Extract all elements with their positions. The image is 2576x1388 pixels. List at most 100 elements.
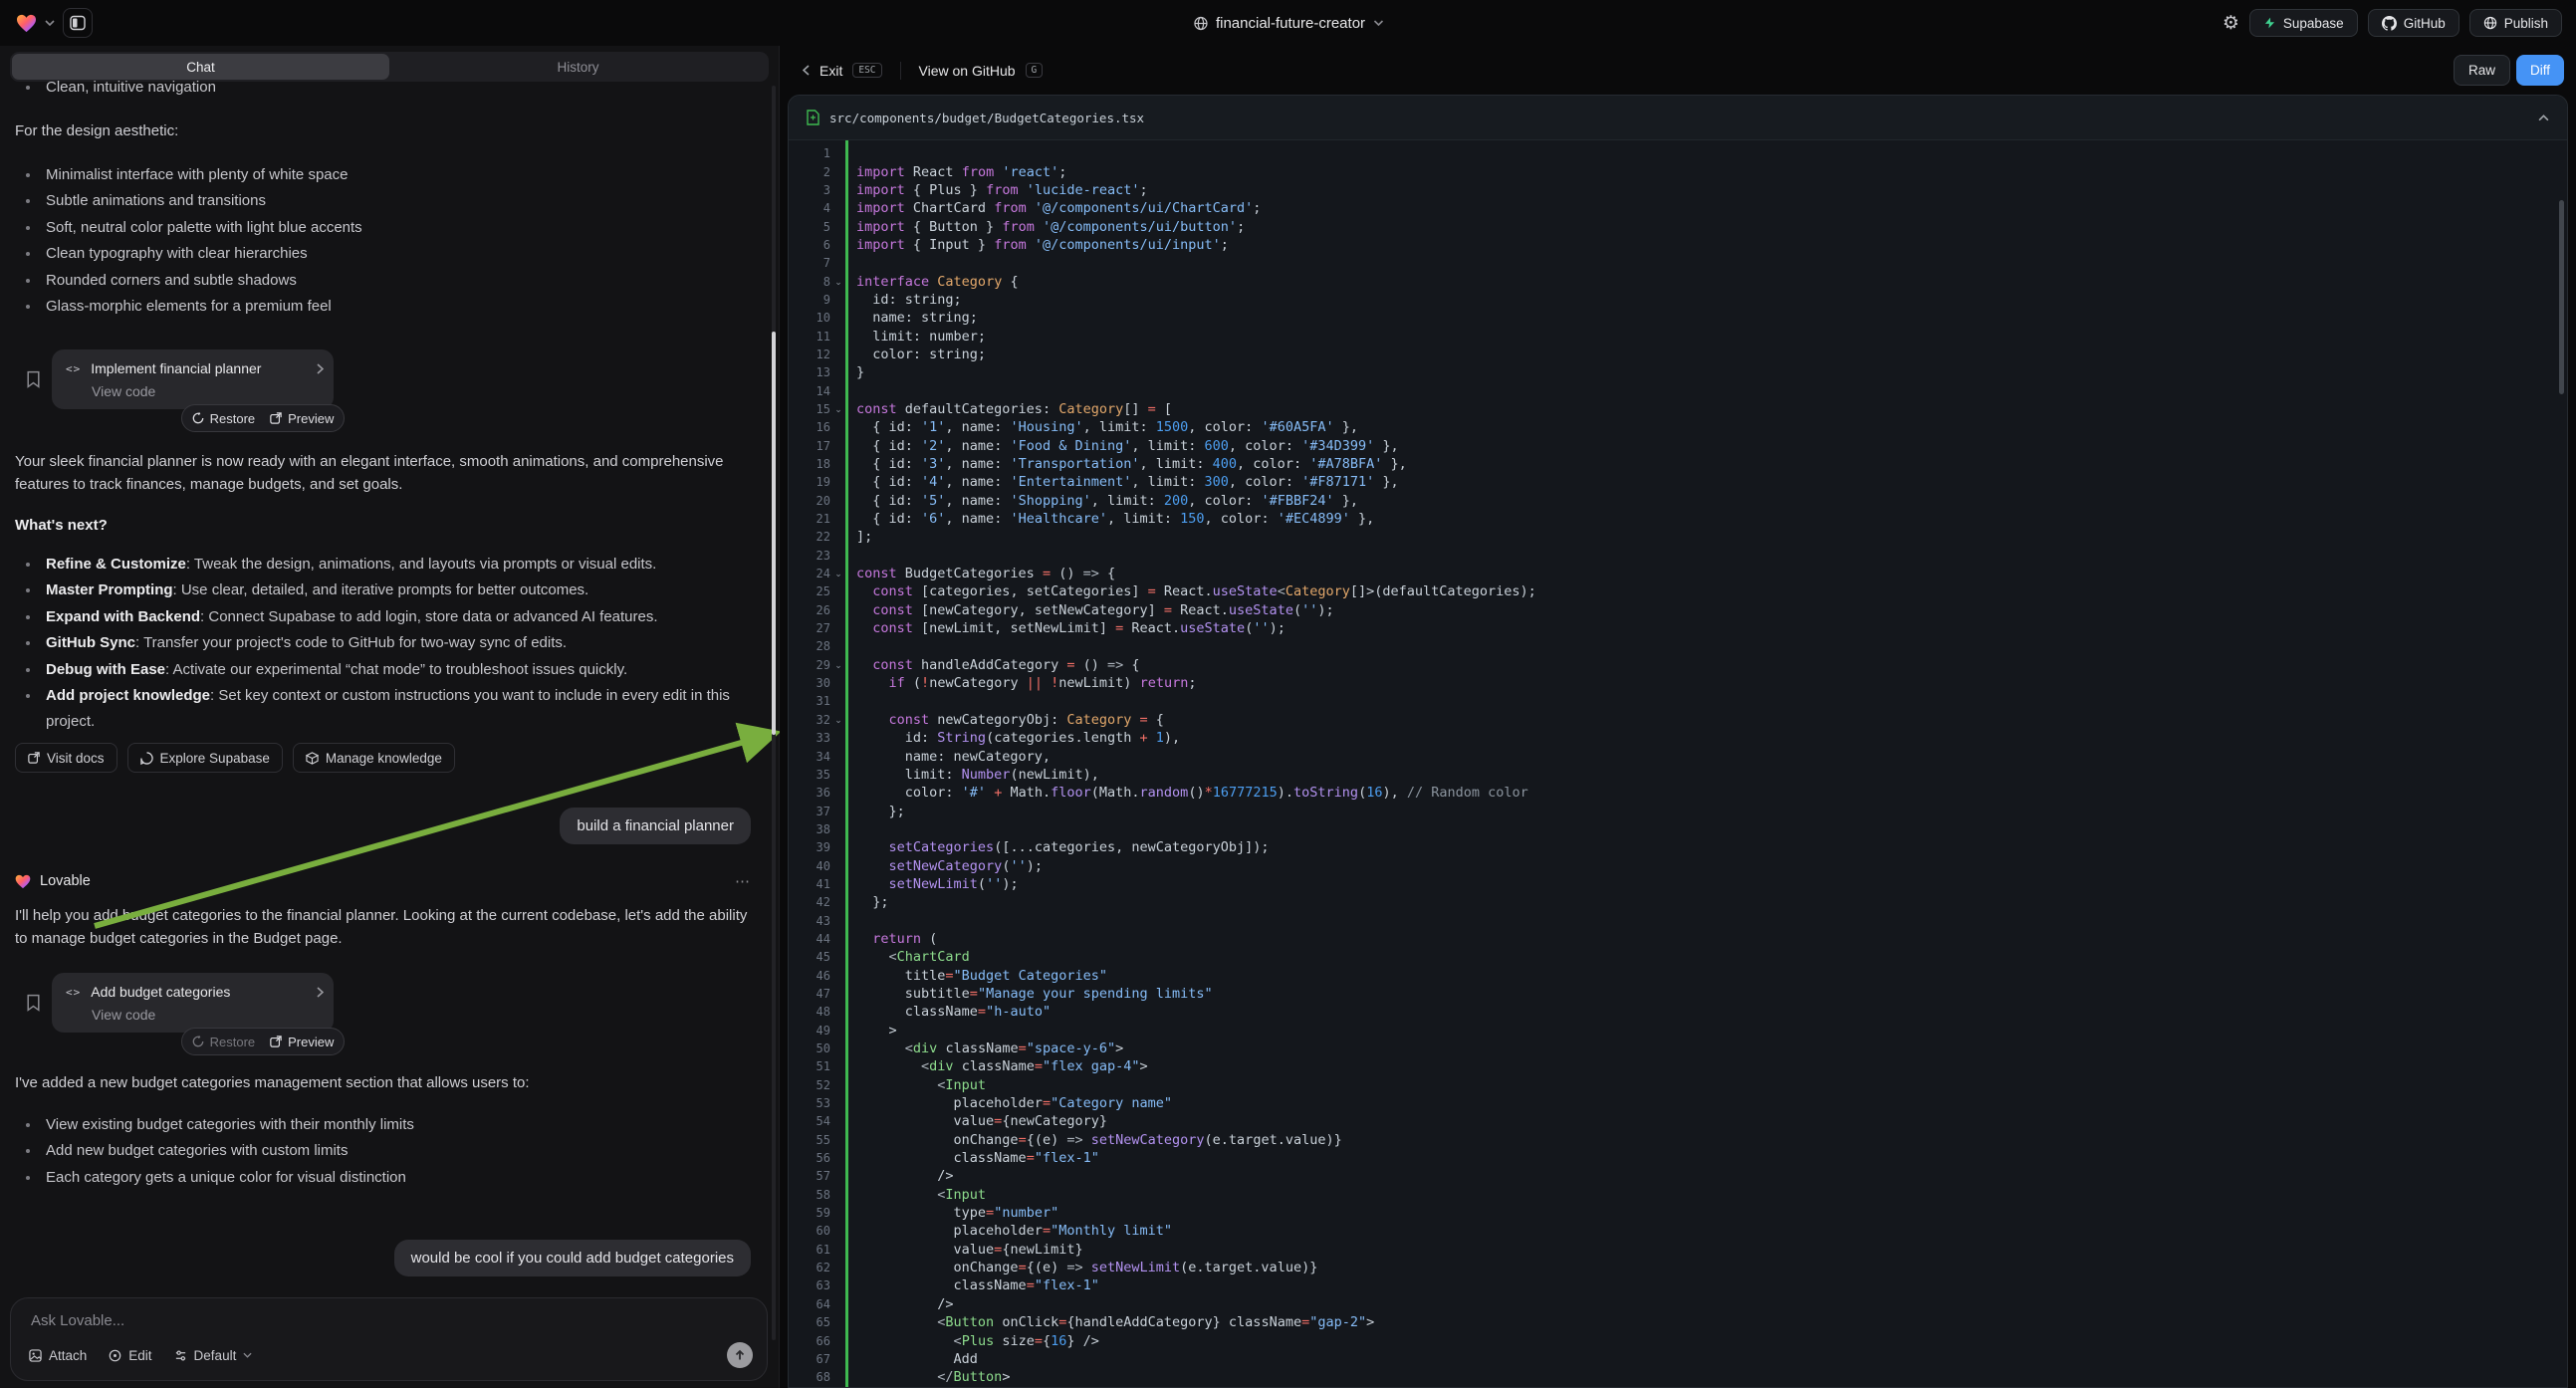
line-number: 35 — [789, 768, 830, 782]
chat-message-list[interactable]: Clean, intuitive navigation For the desi… — [0, 46, 780, 1388]
code-line: 66 <Plus size={16} /> — [789, 1331, 2567, 1349]
view-code-link[interactable]: View code — [92, 1007, 155, 1023]
fold-chevron-icon[interactable]: ⌄ — [832, 715, 844, 725]
whats-next-item: Refine & Customize: Tweak the design, an… — [15, 552, 764, 578]
publish-globe-icon — [2483, 16, 2497, 30]
suggestion-chip-row: Visit docs Explore Supabase Manage knowl… — [15, 743, 455, 773]
sidebar-toggle-button[interactable] — [63, 8, 93, 38]
line-number: 13 — [789, 365, 830, 379]
raw-toggle-button[interactable]: Raw — [2454, 55, 2510, 86]
list-item: Subtle animations and transitions — [15, 188, 762, 214]
line-number: 5 — [789, 220, 830, 234]
exit-button[interactable]: Exit — [820, 63, 842, 79]
code-line: 35 limit: Number(newLimit), — [789, 766, 2567, 784]
line-number: 36 — [789, 786, 830, 800]
code-line: 55 onChange={(e) => setNewCategory(e.tar… — [789, 1131, 2567, 1149]
line-number: 54 — [789, 1114, 830, 1128]
line-number: 51 — [789, 1059, 830, 1073]
github-label: GitHub — [2404, 16, 2446, 31]
explore-supabase-button[interactable]: Explore Supabase — [127, 743, 283, 773]
line-number: 55 — [789, 1133, 830, 1147]
design-bullet-list: Minimalist interface with plenty of whit… — [15, 162, 762, 320]
assistant-paragraph-ready: Your sleek financial planner is now read… — [15, 450, 757, 496]
lovable-logo-icon[interactable] — [16, 14, 37, 33]
fold-chevron-icon[interactable]: ⌄ — [832, 404, 844, 414]
line-number: 44 — [789, 932, 830, 946]
code-line: 59 type="number" — [789, 1204, 2567, 1222]
code-line: 62 onChange={(e) => setNewLimit(e.target… — [789, 1259, 2567, 1276]
code-line: 43 — [789, 911, 2567, 929]
visit-docs-button[interactable]: Visit docs — [15, 743, 117, 773]
esc-keycap: ESC — [852, 63, 881, 79]
version-card-add-budget-categories[interactable]: <> Add budget categories View code — [52, 973, 334, 1033]
code-line: 29⌄ const handleAddCategory = () => { — [789, 656, 2567, 674]
manage-knowledge-button[interactable]: Manage knowledge — [293, 743, 455, 773]
code-line: 5import { Button } from '@/components/ui… — [789, 217, 2567, 235]
list-item: Add new budget categories with custom li… — [15, 1138, 762, 1164]
supabase-button[interactable]: Supabase — [2249, 9, 2358, 37]
whats-next-item: Debug with Ease: Activate our experiment… — [15, 657, 764, 683]
code-line: 51 <div className="flex gap-4"> — [789, 1057, 2567, 1075]
line-number: 32 — [789, 713, 830, 727]
line-number: 7 — [789, 256, 830, 270]
code-line: 13} — [789, 363, 2567, 381]
line-number: 26 — [789, 603, 830, 617]
fold-chevron-icon[interactable]: ⌄ — [832, 660, 844, 670]
bookmark-icon[interactable] — [26, 994, 41, 1012]
line-number: 1 — [789, 146, 830, 160]
project-switcher[interactable]: financial-future-creator — [1193, 0, 1383, 46]
chat-input[interactable] — [31, 1312, 628, 1329]
version-card-title: Implement financial planner — [91, 360, 307, 376]
file-header[interactable]: src/components/budget/BudgetCategories.t… — [789, 96, 2567, 140]
code-line: 45 <ChartCard — [789, 948, 2567, 966]
logo-menu-chevron-icon[interactable] — [45, 20, 55, 26]
code-line: 49 > — [789, 1022, 2567, 1040]
code-line: 58 <Input — [789, 1186, 2567, 1204]
code-line: 1 — [789, 144, 2567, 162]
code-line: 64 /> — [789, 1295, 2567, 1313]
message-menu-icon[interactable]: ⋯ — [735, 872, 752, 890]
preview-button[interactable]: Preview — [270, 411, 334, 426]
code-viewer-panel: Exit ESC View on GitHub G Raw Diff src/c… — [781, 46, 2576, 1388]
code-line: 36 color: '#' + Math.floor(Math.random()… — [789, 784, 2567, 802]
line-number: 19 — [789, 475, 830, 489]
fold-chevron-icon[interactable]: ⌄ — [832, 569, 844, 578]
publish-button[interactable]: Publish — [2469, 9, 2562, 37]
line-number: 50 — [789, 1041, 830, 1055]
line-number: 66 — [789, 1334, 830, 1348]
view-code-link[interactable]: View code — [92, 383, 155, 399]
restore-button[interactable]: Restore — [192, 411, 256, 426]
whats-next-heading: What's next? — [15, 517, 108, 534]
github-button[interactable]: GitHub — [2368, 9, 2459, 37]
preview-button[interactable]: Preview — [270, 1035, 334, 1049]
code-line: 42 }; — [789, 893, 2567, 911]
restore-button[interactable]: Restore — [192, 1035, 256, 1049]
code-scrollbar-thumb[interactable] — [2559, 200, 2564, 394]
line-number: 48 — [789, 1005, 830, 1019]
code-line: 52 <Input — [789, 1076, 2567, 1094]
code-line: 21 { id: '6', name: 'Healthcare', limit:… — [789, 510, 2567, 528]
top-bar: financial-future-creator ⚙ Supabase GitH… — [0, 0, 2576, 46]
code-viewer-header: Exit ESC View on GitHub G Raw Diff — [781, 46, 2576, 95]
edit-button[interactable]: Edit — [109, 1348, 151, 1363]
chat-scrollbar-thumb[interactable] — [772, 332, 776, 735]
code-line: 57 /> — [789, 1167, 2567, 1185]
line-number: 17 — [789, 439, 830, 453]
code-line: 60 placeholder="Monthly limit" — [789, 1222, 2567, 1240]
code-editor-content[interactable]: 12import React from 'react';3import { Pl… — [789, 140, 2567, 1388]
code-line: 26 const [newCategory, setNewCategory] =… — [789, 601, 2567, 619]
send-button[interactable] — [727, 1342, 753, 1368]
code-line: 50 <div className="space-y-6"> — [789, 1040, 2567, 1057]
line-number: 34 — [789, 750, 830, 764]
settings-gear-icon[interactable]: ⚙ — [2223, 14, 2239, 33]
version-card-implement-financial-planner[interactable]: <> Implement financial planner View code — [52, 349, 334, 409]
fold-chevron-icon[interactable]: ⌄ — [832, 277, 844, 287]
list-item: Glass-morphic elements for a premium fee… — [15, 294, 762, 320]
file-path: src/components/budget/BudgetCategories.t… — [829, 111, 1144, 125]
collapse-chevron-up-icon[interactable] — [2538, 115, 2549, 121]
diff-toggle-button[interactable]: Diff — [2516, 55, 2564, 86]
attach-button[interactable]: Attach — [29, 1348, 87, 1363]
mode-selector[interactable]: Default — [174, 1348, 253, 1363]
view-on-github-button[interactable]: View on GitHub — [919, 63, 1016, 79]
bookmark-icon[interactable] — [26, 370, 41, 388]
